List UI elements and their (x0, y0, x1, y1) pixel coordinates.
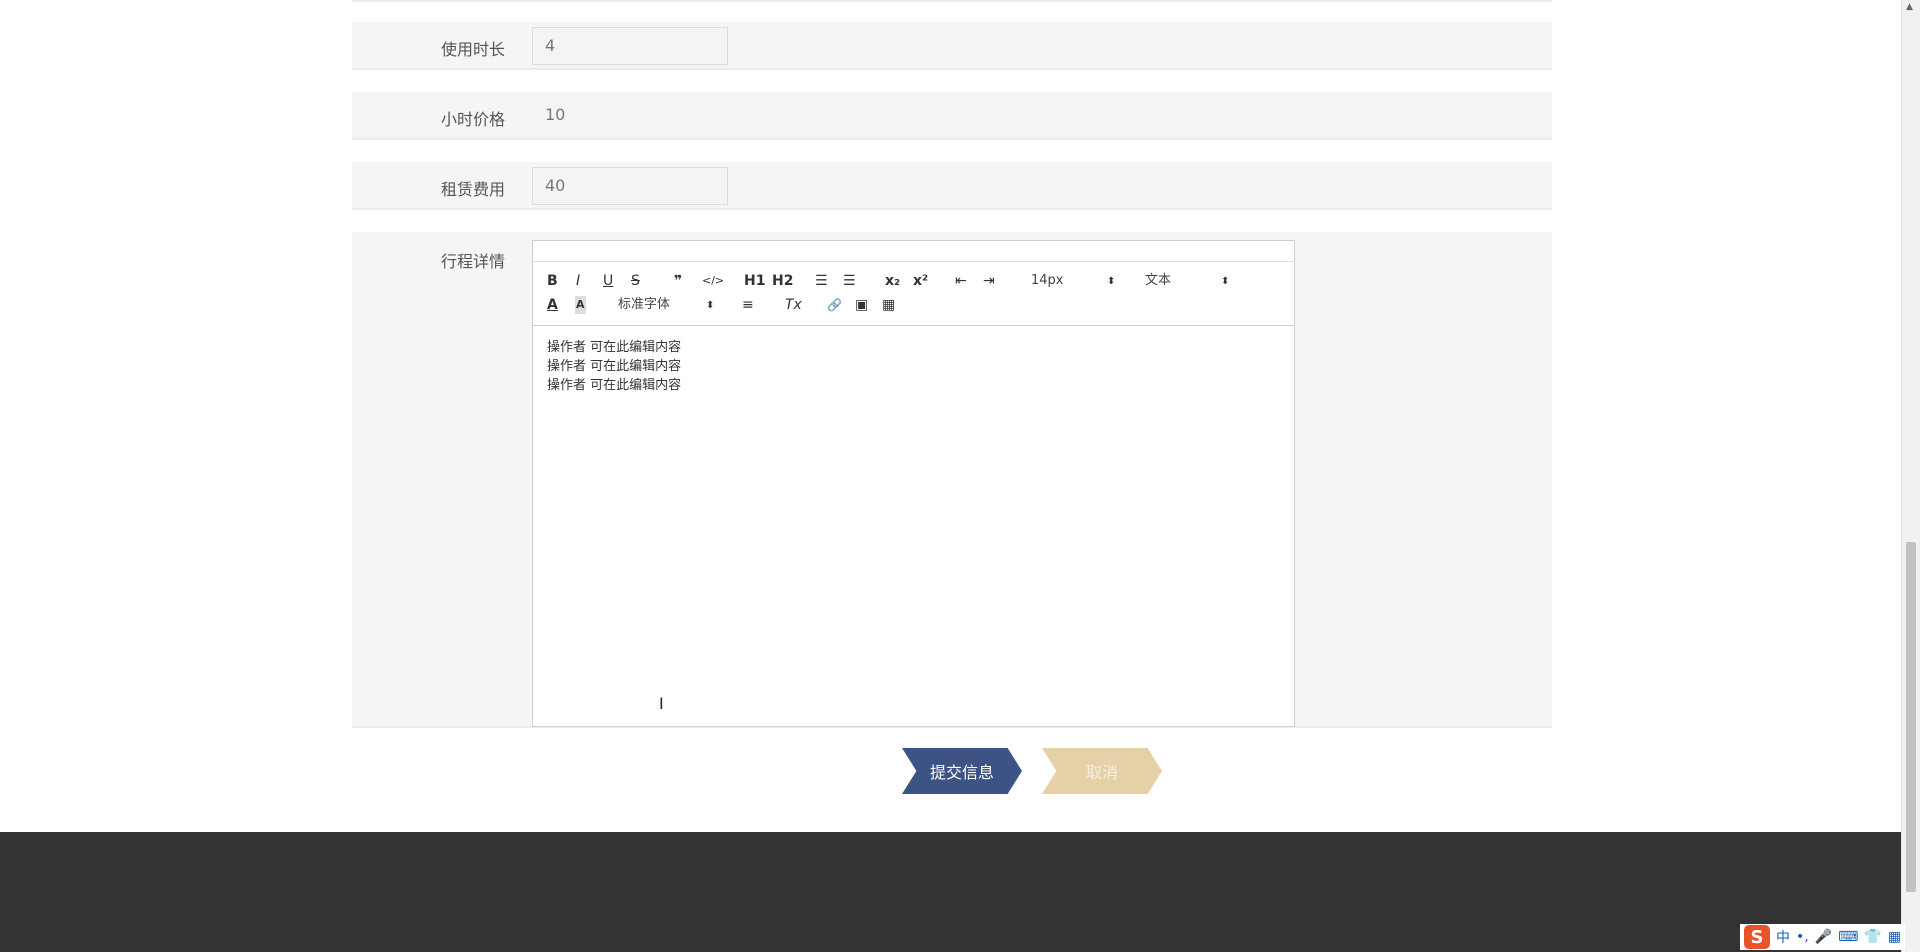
header-select[interactable]: 文本 ⬍ (1145, 272, 1229, 290)
usage-duration-label: 使用时长 (440, 40, 505, 59)
font-family-select[interactable]: 标准字体 ⬍ (618, 296, 716, 314)
submit-button[interactable]: 提交信息 (902, 748, 1022, 794)
keyboard-icon[interactable]: ⌨ (1838, 929, 1858, 945)
font-color-icon[interactable]: A (547, 296, 558, 314)
strike-button[interactable]: S (631, 272, 640, 290)
image-icon[interactable]: ▣ (855, 296, 868, 314)
trip-details-row: 行程详情 B I U S ❞ </> H1 H2 ☰ ☰ x₂ x² ⇤ ⇥ 1 (352, 232, 1552, 728)
footer (0, 832, 1902, 952)
italic-button[interactable]: I (576, 272, 580, 290)
subscript-button[interactable]: x₂ (885, 272, 900, 290)
indent-icon[interactable]: ⇥ (983, 272, 995, 290)
code-block-icon[interactable]: </> (702, 272, 724, 290)
editor-toolbar: B I U S ❞ </> H1 H2 ☰ ☰ x₂ x² ⇤ ⇥ 14px ⬍ (533, 262, 1294, 326)
ordered-list-icon[interactable]: ☰ (815, 272, 828, 290)
usage-duration-row: 使用时长 4 (352, 22, 1552, 70)
blockquote-icon[interactable]: ❞ (674, 272, 682, 290)
microphone-icon[interactable]: 🎤 (1815, 929, 1832, 945)
form-actions: 提交信息 取消 (0, 748, 1902, 794)
outdent-icon[interactable]: ⇤ (955, 272, 967, 290)
content-line: 操作者 可在此编辑内容 (547, 340, 682, 355)
superscript-button[interactable]: x² (913, 272, 928, 290)
content-line: 操作者 可在此编辑内容 (547, 359, 682, 374)
toolbox-grid-icon[interactable]: ▦ (1888, 929, 1901, 945)
ime-language[interactable]: 中 (1776, 927, 1790, 947)
page: 使用时长 4 小时价格 10 租赁费用 40 行程详情 B I U S ❞ </… (0, 0, 1902, 952)
ime-toolbar: S 中 •, 🎤 ⌨ 👕 ▦ (1740, 924, 1906, 950)
rental-fee-input[interactable]: 40 (532, 167, 728, 205)
hourly-price-value: 10 (545, 105, 566, 124)
bullet-list-icon[interactable]: ☰ (843, 272, 856, 290)
hourly-price-row: 小时价格 10 (352, 92, 1552, 140)
font-size-select[interactable]: 14px ⬍ (1031, 272, 1115, 290)
header-select-value: 文本 (1145, 273, 1172, 288)
cancel-button[interactable]: 取消 (1042, 748, 1162, 794)
rental-fee-row: 租赁费用 40 (352, 162, 1552, 210)
chevron-updown-icon: ⬍ (706, 300, 715, 311)
font-family-value: 标准字体 (618, 297, 671, 312)
header1-button[interactable]: H1 (744, 272, 765, 290)
trip-details-label: 行程详情 (440, 252, 505, 271)
ime-punctuation-icon[interactable]: •, (1796, 929, 1809, 945)
editor-top-strip (533, 241, 1294, 262)
text-cursor-icon: I (659, 694, 664, 713)
chevron-updown-icon: ⬍ (1221, 276, 1230, 287)
scroll-thumb[interactable] (1906, 542, 1916, 892)
content-line: 操作者 可在此编辑内容 (547, 378, 682, 393)
video-icon[interactable]: ▦ (882, 296, 895, 314)
hourly-price-label: 小时价格 (440, 110, 505, 129)
header2-button[interactable]: H2 (772, 272, 793, 290)
clear-format-icon[interactable]: Tx (785, 296, 802, 314)
bold-button[interactable]: B (547, 272, 558, 290)
vertical-scrollbar[interactable]: ▲ (1901, 0, 1920, 952)
sogou-logo-icon[interactable]: S (1744, 925, 1770, 949)
divider (352, 0, 1552, 2)
chevron-updown-icon: ⬍ (1107, 276, 1116, 287)
editor-content[interactable]: 操作者 可在此编辑内容 操作者 可在此编辑内容 操作者 可在此编辑内容 (533, 326, 1294, 407)
rich-text-editor[interactable]: B I U S ❞ </> H1 H2 ☰ ☰ x₂ x² ⇤ ⇥ 14px ⬍ (532, 240, 1295, 727)
skin-shirt-icon[interactable]: 👕 (1864, 929, 1881, 945)
link-icon[interactable]: 🔗 (827, 296, 842, 314)
rental-fee-label: 租赁费用 (440, 180, 505, 199)
scroll-up-icon[interactable]: ▲ (1906, 2, 1913, 12)
font-size-value: 14px (1031, 273, 1064, 288)
background-color-icon[interactable]: A (575, 296, 586, 314)
align-left-icon[interactable]: ≡ (742, 296, 754, 314)
underline-button[interactable]: U (603, 272, 613, 290)
usage-duration-input[interactable]: 4 (532, 27, 728, 65)
